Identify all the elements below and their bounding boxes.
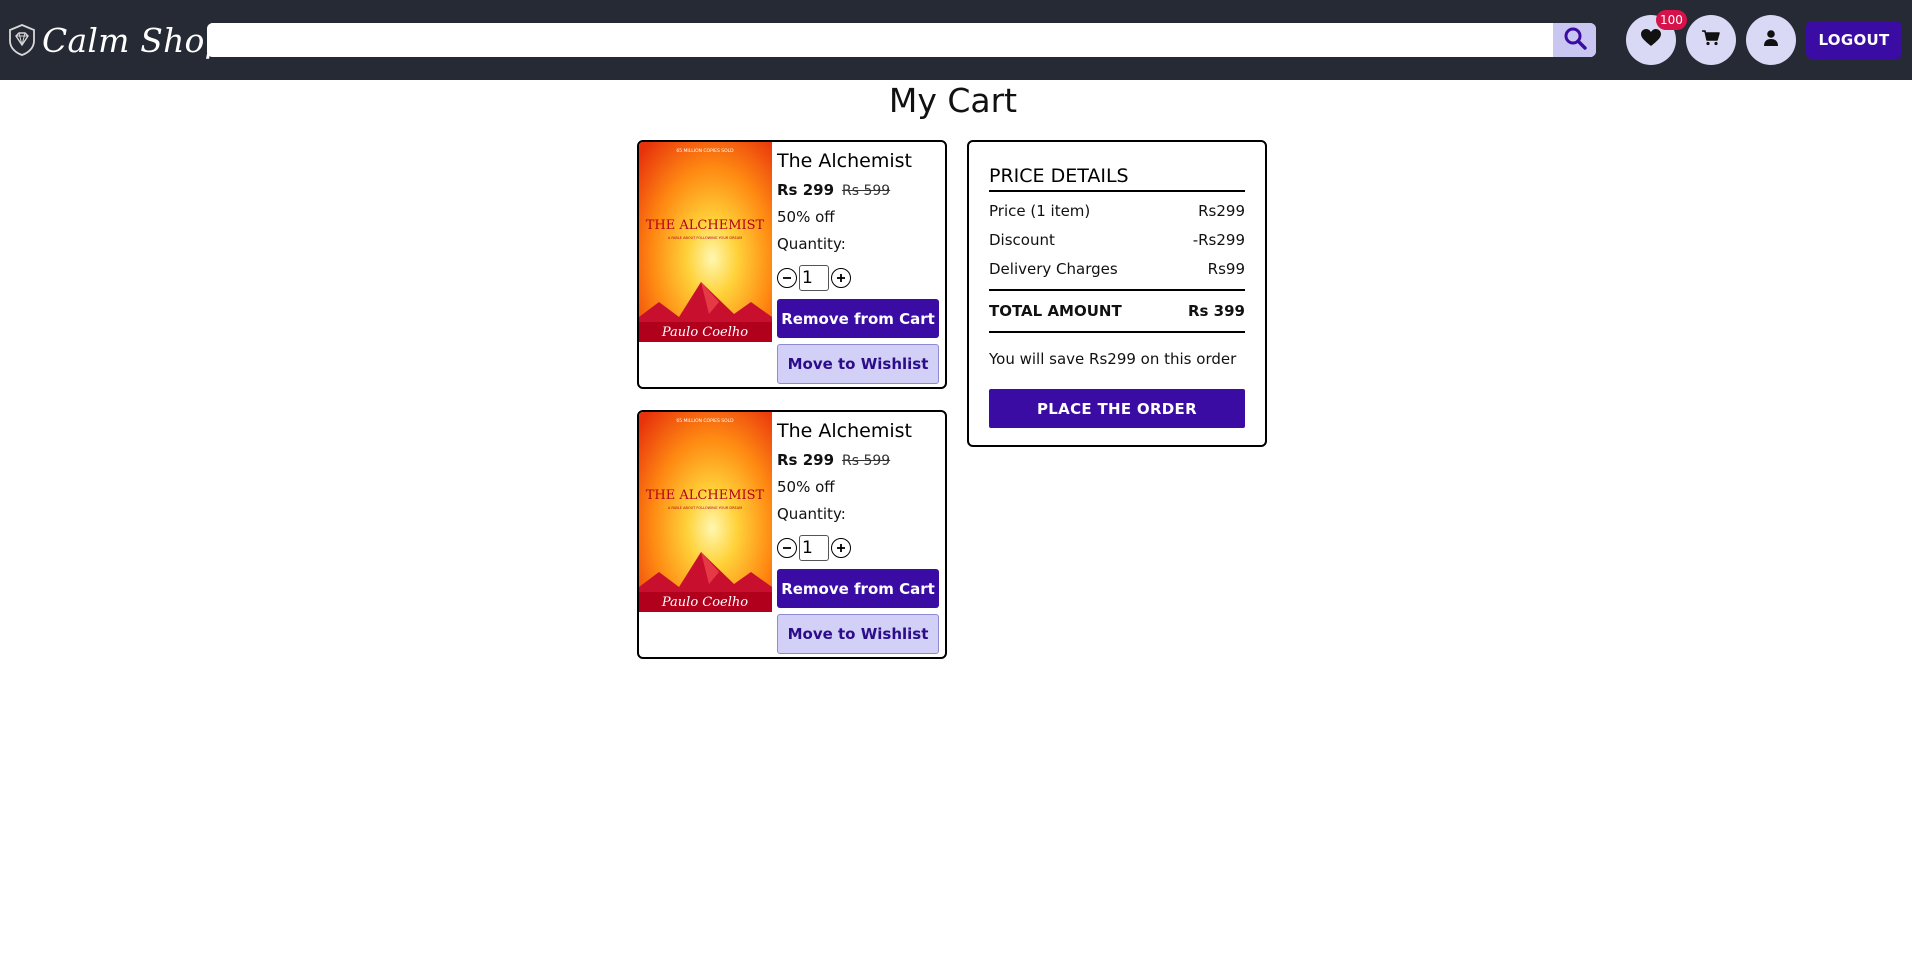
plus-icon: [837, 544, 845, 552]
wishlist-button[interactable]: 100: [1626, 10, 1687, 65]
move-to-wishlist-button[interactable]: Move to Wishlist: [777, 344, 939, 384]
increase-quantity-button[interactable]: [831, 268, 851, 288]
delivery-value: Rs99: [1207, 260, 1245, 278]
price-details-title: PRICE DETAILS: [989, 164, 1245, 192]
place-order-button[interactable]: PLACE THE ORDER: [989, 389, 1245, 428]
diamond-shield-icon: [8, 23, 36, 57]
price-row: Price (1 item) Rs299: [989, 201, 1245, 221]
book-cover-image[interactable]: 65 MILLION COPIES SOLD THE ALCHEMIST A F…: [639, 412, 772, 612]
cover-top-text: 65 MILLION COPIES SOLD: [676, 418, 734, 424]
delivery-row: Delivery Charges Rs99: [989, 259, 1245, 279]
quantity-label: Quantity:: [777, 235, 846, 253]
discount-label: Discount: [989, 231, 1055, 249]
cart-item: 65 MILLION COPIES SOLD THE ALCHEMIST A F…: [637, 140, 947, 389]
cover-subtitle: A FABLE ABOUT FOLLOWING YOUR DREAM: [668, 236, 742, 240]
discount-value: -Rs299: [1192, 231, 1245, 249]
brand[interactable]: Calm Shop: [8, 18, 226, 62]
minus-icon: [783, 547, 791, 549]
item-original-price: Rs 599: [842, 453, 891, 469]
search-bar: [207, 23, 1596, 57]
quantity-label: Quantity:: [777, 505, 846, 523]
search-icon: [1563, 26, 1587, 54]
cover-title: THE ALCHEMIST: [646, 488, 765, 503]
plus-icon: [837, 274, 845, 282]
cover-author: Paulo Coelho: [661, 595, 748, 610]
cart-item-info: The Alchemist Rs 299 Rs 599 50% off Quant…: [777, 148, 943, 384]
savings-text: You will save Rs299 on this order: [989, 350, 1237, 368]
item-original-price: Rs 599: [842, 183, 891, 199]
cart-button[interactable]: [1686, 15, 1736, 65]
item-price: Rs 299: [777, 181, 835, 199]
cover-top-text: 65 MILLION COPIES SOLD: [676, 148, 734, 154]
decrease-quantity-button[interactable]: [777, 268, 797, 288]
book-cover-image[interactable]: 65 MILLION COPIES SOLD THE ALCHEMIST A F…: [639, 142, 772, 342]
item-price: Rs 299: [777, 451, 835, 469]
cart-icon: [1702, 30, 1720, 50]
price-details-card: PRICE DETAILS Price (1 item) Rs299 Disco…: [967, 140, 1267, 447]
price-details-content: PRICE DETAILS Price (1 item) Rs299 Disco…: [989, 164, 1245, 428]
item-title[interactable]: The Alchemist: [777, 148, 943, 174]
logout-button[interactable]: LOGOUT: [1806, 21, 1902, 59]
remove-from-cart-button[interactable]: Remove from Cart: [777, 299, 939, 338]
cart-item: 65 MILLION COPIES SOLD THE ALCHEMIST A F…: [637, 410, 947, 659]
quantity-input[interactable]: [799, 265, 829, 291]
cover-author: Paulo Coelho: [661, 325, 748, 340]
wishlist-count-badge: 100: [1656, 10, 1687, 30]
minus-icon: [783, 277, 791, 279]
user-icon: [1764, 30, 1778, 50]
delivery-label: Delivery Charges: [989, 260, 1118, 278]
price-row: Rs 299 Rs 599: [777, 450, 943, 471]
quantity-stepper: [777, 535, 943, 561]
divider: [989, 289, 1245, 291]
increase-quantity-button[interactable]: [831, 538, 851, 558]
item-discount: 50% off: [777, 208, 835, 226]
total-value: Rs 399: [1187, 302, 1245, 320]
brand-name: Calm Shop: [42, 20, 226, 60]
total-label: TOTAL AMOUNT: [989, 302, 1122, 320]
decrease-quantity-button[interactable]: [777, 538, 797, 558]
cart-item-info: The Alchemist Rs 299 Rs 599 50% off Quant…: [777, 418, 943, 654]
price-row: Rs 299 Rs 599: [777, 180, 943, 201]
item-title[interactable]: The Alchemist: [777, 418, 943, 444]
heart-icon: [1641, 29, 1661, 51]
search-input[interactable]: [207, 23, 1553, 57]
cover-title: THE ALCHEMIST: [646, 218, 765, 233]
quantity-input[interactable]: [799, 535, 829, 561]
navbar: Calm Shop 100 LOGOUT: [0, 0, 1912, 80]
remove-from-cart-button[interactable]: Remove from Cart: [777, 569, 939, 608]
move-to-wishlist-button[interactable]: Move to Wishlist: [777, 614, 939, 654]
price-value: Rs299: [1198, 202, 1245, 220]
item-discount: 50% off: [777, 478, 835, 496]
divider: [989, 331, 1245, 333]
quantity-stepper: [777, 265, 943, 291]
discount-row: Discount -Rs299: [989, 230, 1245, 250]
user-button[interactable]: [1746, 15, 1796, 65]
page-title: My Cart: [888, 81, 1018, 120]
cover-subtitle: A FABLE ABOUT FOLLOWING YOUR DREAM: [668, 506, 742, 510]
total-row: TOTAL AMOUNT Rs 399: [989, 301, 1245, 321]
search-button[interactable]: [1553, 23, 1596, 57]
price-label: Price (1 item): [989, 202, 1091, 220]
